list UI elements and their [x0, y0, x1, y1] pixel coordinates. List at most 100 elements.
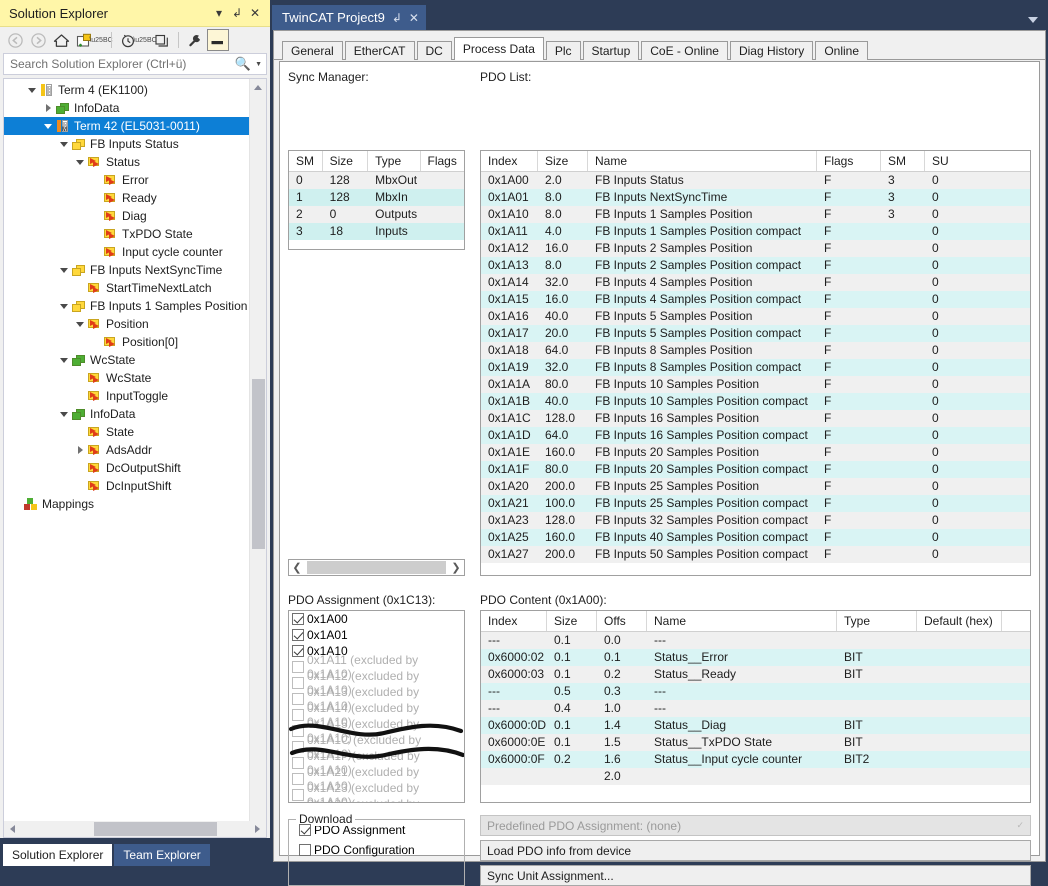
checkbox[interactable] — [292, 613, 304, 625]
tree-horizontal-scrollbar[interactable] — [3, 821, 267, 838]
table-row[interactable]: 0x1A19 32.0 FB Inputs 8 Samples Position c… — [481, 359, 1030, 376]
table-row[interactable]: 0x1A17 20.0 FB Inputs 5 Samples Position c… — [481, 325, 1030, 342]
column-header[interactable]: Size — [547, 611, 597, 631]
close-icon[interactable]: ✕ — [246, 4, 264, 22]
table-row[interactable]: 0x1A1B 40.0 FB Inputs 10 Samples Position … — [481, 393, 1030, 410]
table-row[interactable]: 0 128 MbxOut — [289, 172, 464, 189]
tree-expander-icon[interactable] — [58, 261, 70, 279]
tree-expander-icon[interactable] — [74, 387, 86, 405]
table-row[interactable]: 0x1A10 8.0 FB Inputs 1 Samples Position F 3 0 — [481, 206, 1030, 223]
column-header[interactable]: Default (hex) — [917, 611, 1002, 631]
tree-expander-icon[interactable] — [74, 369, 86, 387]
checkbox[interactable] — [292, 741, 304, 753]
tab-diag-history[interactable]: Diag History — [729, 41, 814, 60]
checkbox[interactable] — [292, 693, 304, 705]
table-row[interactable]: 0x1A20 200.0 FB Inputs 25 Samples Position… — [481, 478, 1030, 495]
tree-expander-icon[interactable] — [74, 459, 86, 477]
new-folder-dropdown-icon[interactable]: \u25BC — [89, 29, 112, 51]
tree-item-fb-inputs-nextsynctime[interactable]: FB Inputs NextSyncTime — [4, 261, 249, 279]
table-row[interactable]: 0x1A15 16.0 FB Inputs 4 Samples Position c… — [481, 291, 1030, 308]
tree-expander-icon[interactable] — [74, 477, 86, 495]
tree-item-dcinputshift[interactable]: DcInputShift — [4, 477, 249, 495]
tree-expander-icon[interactable] — [42, 99, 54, 117]
tree-expander-icon[interactable] — [90, 207, 102, 225]
column-header[interactable]: SM — [289, 151, 323, 171]
table-row[interactable]: 0x6000:0D 0.1 1.4 Status__Diag BIT — [481, 717, 1030, 734]
table-row[interactable]: 0x1A27 200.0 FB Inputs 50 Samples Position… — [481, 546, 1030, 563]
table-row[interactable]: 0x1A1F 80.0 FB Inputs 20 Samples Position … — [481, 461, 1030, 478]
tree-expander-icon[interactable] — [42, 117, 54, 135]
tree-item-adsaddr[interactable]: AdsAddr — [4, 441, 249, 459]
column-header[interactable]: Name — [647, 611, 837, 631]
tab-online[interactable]: Online — [815, 41, 868, 60]
tab-startup[interactable]: Startup — [582, 41, 640, 60]
pdo-assignment-list[interactable]: 0x1A00 0x1A01 0x1A10 0x1A11 (excluded by 0x… — [288, 610, 465, 803]
tree-item-term-4-ek1100[interactable]: Term 4 (EK1100) — [4, 81, 249, 99]
table-row[interactable]: 0x1A21 100.0 FB Inputs 25 Samples Position… — [481, 495, 1030, 512]
tree-item-ready[interactable]: Ready — [4, 189, 249, 207]
predefined-pdo-assignment-select[interactable]: Predefined PDO Assignment: (none) ✓ — [480, 815, 1031, 836]
table-row[interactable]: --- 0.5 0.3 --- — [481, 683, 1030, 700]
download-checkbox-pdo[interactable]: PDO Configuration — [289, 840, 464, 860]
tree-expander-icon[interactable] — [26, 81, 38, 99]
search-icon[interactable]: 🔍 — [235, 56, 251, 72]
sync-manager-hscrollbar[interactable]: ❮ ❯ — [288, 559, 465, 576]
table-row[interactable]: 0x6000:03 0.1 0.2 Status__Ready BIT — [481, 666, 1030, 683]
scroll-up-button[interactable] — [250, 79, 266, 96]
table-row[interactable]: 2.0 — [481, 768, 1030, 785]
tree-item-input-cycle-counter[interactable]: Input cycle counter — [4, 243, 249, 261]
tree-expander-icon[interactable] — [58, 405, 70, 423]
table-row[interactable]: --- 0.4 1.0 --- — [481, 700, 1030, 717]
column-header[interactable]: Offs — [597, 611, 647, 631]
tab-ethercat[interactable]: EtherCAT — [344, 41, 415, 60]
collapse-all-icon[interactable] — [151, 29, 173, 51]
checkbox[interactable] — [299, 844, 311, 856]
tree-expander-icon[interactable] — [74, 153, 86, 171]
tree-item-fb-inputs-status[interactable]: FB Inputs Status — [4, 135, 249, 153]
properties-wrench-icon[interactable] — [184, 29, 206, 51]
column-header[interactable]: Size — [538, 151, 588, 171]
sm-hscrollbar-thumb[interactable] — [307, 561, 446, 574]
checkbox[interactable] — [292, 709, 304, 721]
table-row[interactable]: 0x1A18 64.0 FB Inputs 8 Samples Position F 0 — [481, 342, 1030, 359]
tree-vertical-scrollbar[interactable] — [249, 79, 266, 821]
tree-expander-icon[interactable] — [58, 135, 70, 153]
column-header[interactable]: Type — [368, 151, 421, 171]
tree-expander-icon[interactable] — [10, 495, 22, 513]
tree-item-txpdo-state[interactable]: TxPDO State — [4, 225, 249, 243]
tree-item-inputtoggle[interactable]: InputToggle — [4, 387, 249, 405]
tree-item-diag[interactable]: Diag — [4, 207, 249, 225]
checkbox[interactable] — [292, 789, 304, 801]
tree-item-mappings[interactable]: Mappings — [4, 495, 249, 513]
column-header[interactable]: Size — [323, 151, 369, 171]
table-row[interactable]: 0x1A1C 128.0 FB Inputs 16 Samples Position… — [481, 410, 1030, 427]
table-row[interactable]: 3 18 Inputs — [289, 223, 464, 240]
tree-expander-icon[interactable] — [90, 189, 102, 207]
tab-pin-icon[interactable]: ↲ — [392, 11, 402, 25]
sm-hscroll-track[interactable] — [305, 560, 448, 575]
column-header[interactable]: Name — [588, 151, 817, 171]
checkbox[interactable] — [292, 645, 304, 657]
table-row[interactable]: 0x6000:0F 0.2 1.6 Status__Input cycle count… — [481, 751, 1030, 768]
sm-scroll-left-button[interactable]: ❮ — [289, 560, 305, 575]
tree-item-infodata[interactable]: InfoData — [4, 99, 249, 117]
tab-close-icon[interactable]: ✕ — [409, 11, 419, 25]
tree-item-wcstate[interactable]: WcState — [4, 369, 249, 387]
dock-tab-solution-explorer[interactable]: Solution Explorer — [3, 844, 113, 866]
pdo-content-table[interactable]: Index Size Offs Name Type Default (hex) --- 0.… — [480, 610, 1031, 803]
tree-item-term-42-el5031-0011[interactable]: M Term 42 (EL5031-0011) — [4, 117, 249, 135]
tree-expander-icon[interactable] — [58, 351, 70, 369]
table-row[interactable]: 0x1A13 8.0 FB Inputs 2 Samples Position co… — [481, 257, 1030, 274]
tabstrip-overflow-icon[interactable] — [1028, 17, 1038, 23]
table-row[interactable]: --- 0.1 0.0 --- — [481, 632, 1030, 649]
tree-item-dcoutputshift[interactable]: DcOutputShift — [4, 459, 249, 477]
pdo-assignment-checkbox-0x1a00[interactable]: 0x1A00 — [289, 611, 464, 627]
column-header[interactable]: SM — [881, 151, 925, 171]
scroll-left-button[interactable] — [4, 821, 21, 837]
column-header[interactable]: Flags — [421, 151, 464, 171]
table-row[interactable]: 0x6000:0E 0.1 1.5 Status__TxPDO State BIT — [481, 734, 1030, 751]
tree-item-fb-inputs-1-samples-position[interactable]: FB Inputs 1 Samples Position — [4, 297, 249, 315]
column-header[interactable]: Type — [837, 611, 917, 631]
table-row[interactable]: 0x1A1A 80.0 FB Inputs 10 Samples Position F… — [481, 376, 1030, 393]
column-header[interactable]: Index — [481, 151, 538, 171]
